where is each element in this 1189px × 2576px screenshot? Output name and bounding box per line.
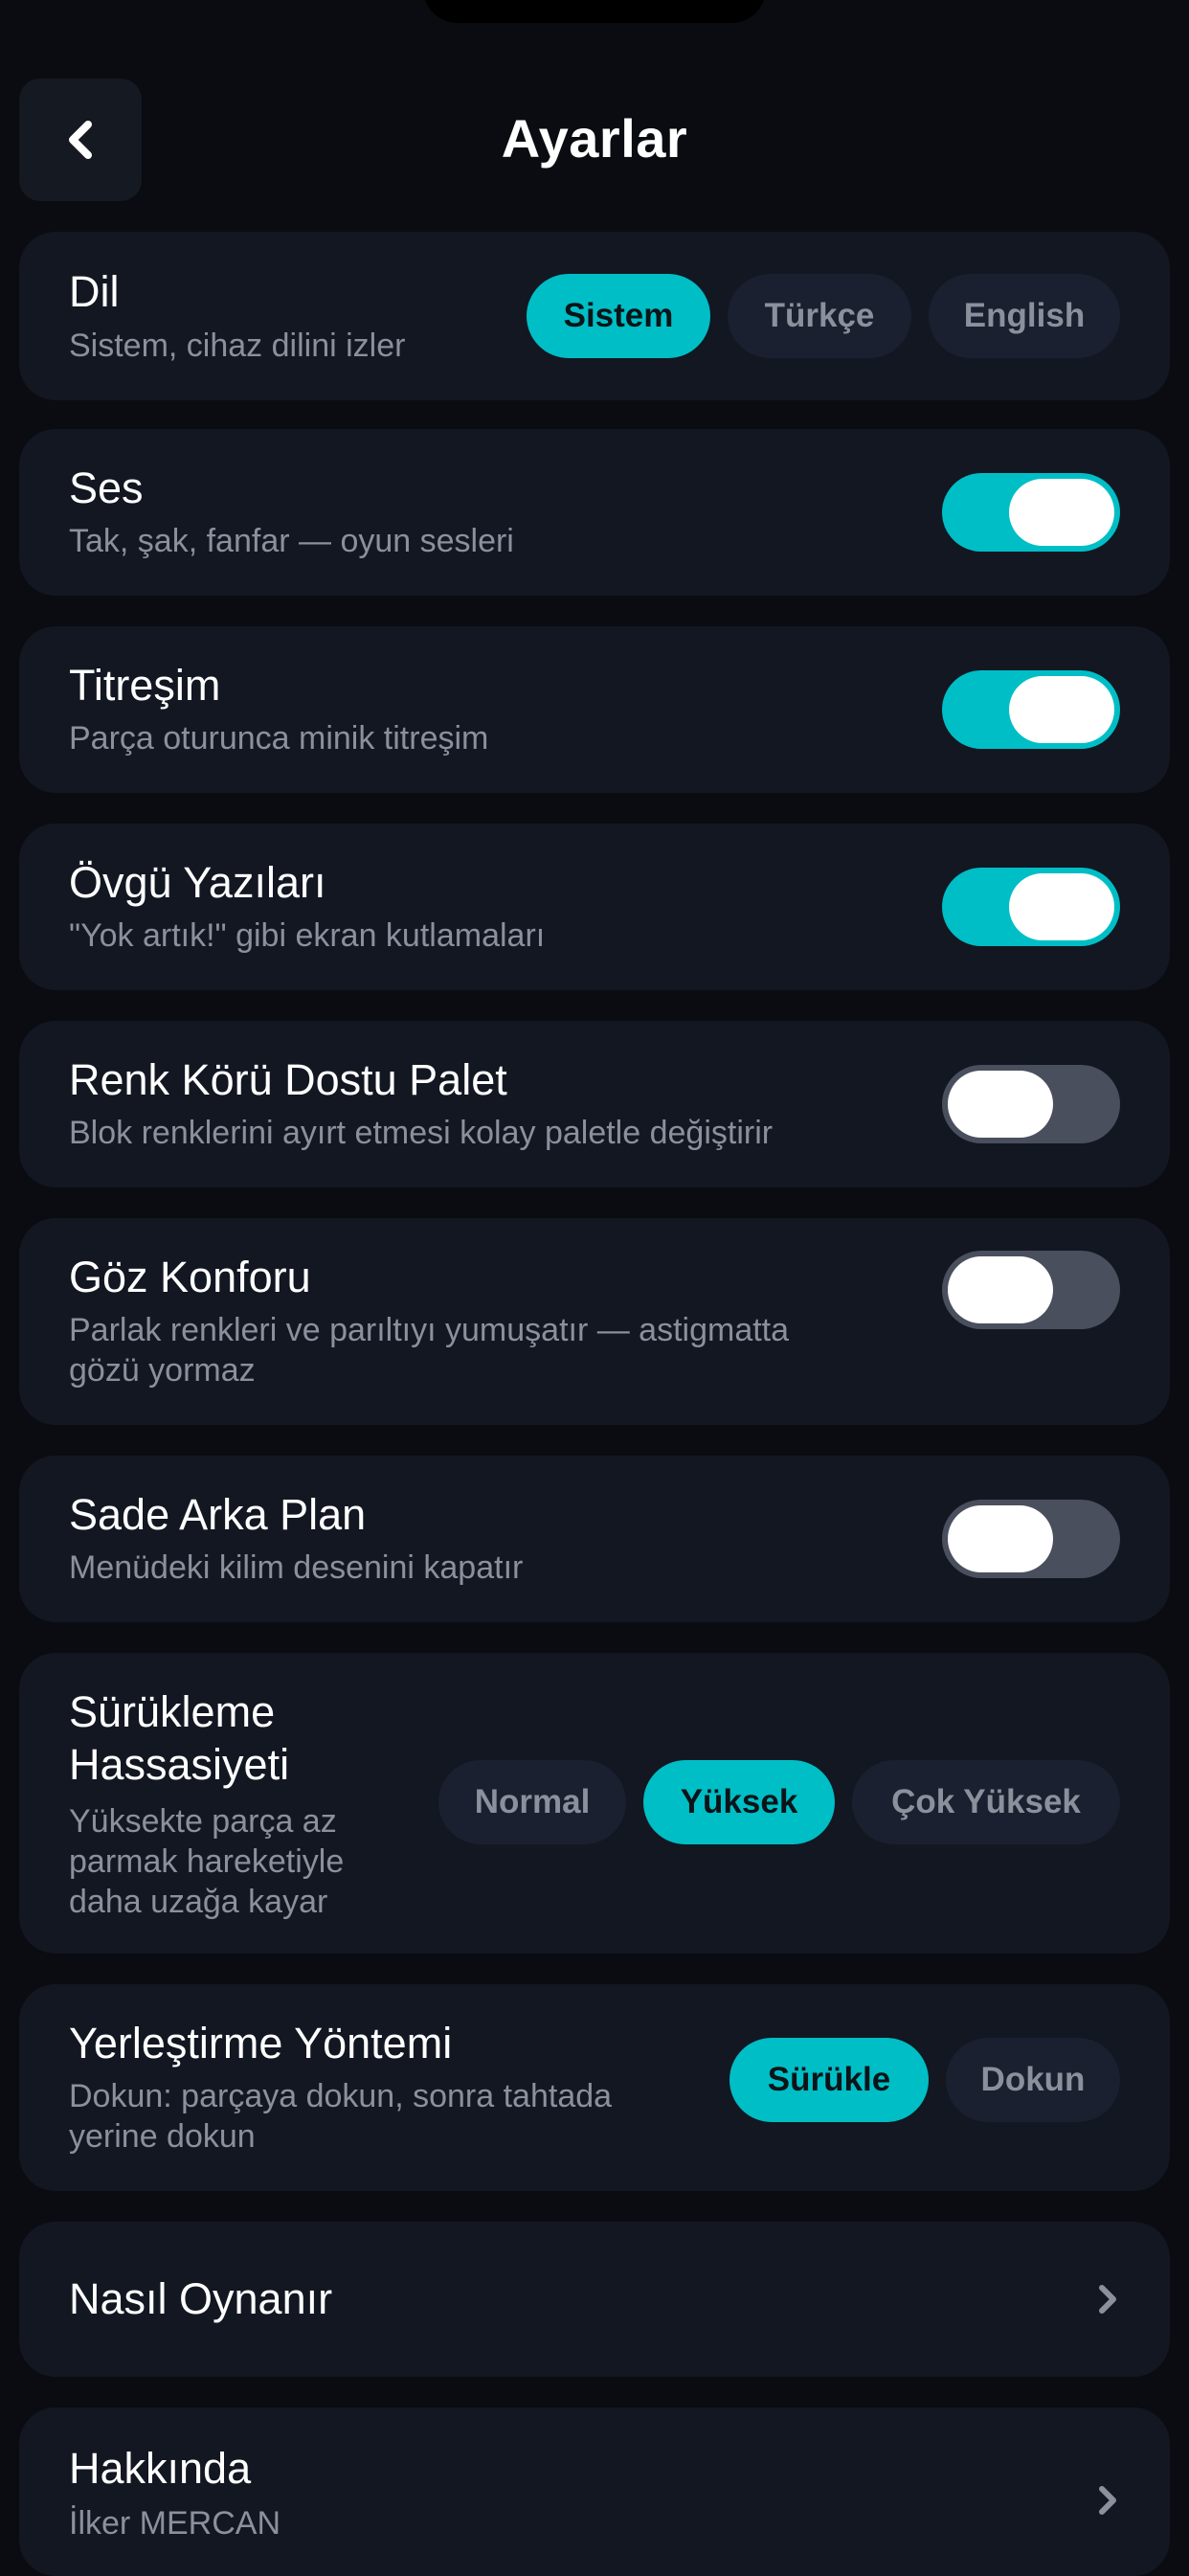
colorblind-card: Renk Körü Dostu Palet Blok renklerini ay… [19, 1021, 1170, 1187]
chevron-right-icon [1099, 2285, 1116, 2314]
placement-option-tap[interactable]: Dokun [946, 2038, 1120, 2122]
sensitivity-option-normal[interactable]: Normal [438, 1760, 626, 1844]
drag-sensitivity-subtitle-line2: parmak hareketiyle [69, 1843, 345, 1880]
praise-subtitle: "Yok artık!" gibi ekran kutlamaları [69, 917, 546, 954]
drag-sensitivity-title-line2: Hassasiyeti [69, 1740, 290, 1789]
vibration-card: Titreşim Parça oturunca minik titreşim [19, 626, 1170, 793]
vibration-subtitle: Parça oturunca minik titreşim [69, 720, 489, 757]
toggle-knob [948, 1071, 1053, 1138]
eye-comfort-title: Göz Konforu [69, 1253, 311, 1301]
vibration-toggle[interactable] [942, 670, 1120, 749]
plain-background-card: Sade Arka Plan Menüdeki kilim desenini k… [19, 1456, 1170, 1622]
header: Ayarlar [0, 0, 1189, 220]
vibration-title: Titreşim [69, 661, 221, 710]
language-option-system[interactable]: Sistem [527, 274, 710, 358]
drag-sensitivity-subtitle-line1: Yüksekte parça az [69, 1803, 337, 1840]
drag-sensitivity-card: Sürükleme Hassasiyeti Yüksekte parça az … [19, 1653, 1170, 1954]
sound-toggle[interactable] [942, 473, 1120, 552]
about-row[interactable]: Hakkında İlker MERCAN [19, 2407, 1170, 2576]
sensitivity-option-very-high[interactable]: Çok Yüksek [852, 1760, 1120, 1844]
praise-card: Övgü Yazıları "Yok artık!" gibi ekran ku… [19, 824, 1170, 990]
how-to-play-row[interactable]: Nasıl Oynanır [19, 2222, 1170, 2377]
how-to-play-title: Nasıl Oynanır [69, 2274, 333, 2323]
language-option-turkish[interactable]: Türkçe [728, 274, 911, 358]
sound-card: Ses Tak, şak, fanfar — oyun sesleri [19, 429, 1170, 596]
language-option-english[interactable]: English [929, 274, 1120, 358]
language-title: Dil [69, 267, 120, 316]
praise-title: Övgü Yazıları [69, 858, 326, 907]
plain-background-toggle[interactable] [942, 1500, 1120, 1578]
toggle-knob [948, 1505, 1053, 1572]
language-card: Dil Sistem, cihaz dilini izler Sistem Tü… [19, 232, 1170, 400]
drag-sensitivity-title-line1: Sürükleme [69, 1687, 276, 1736]
placement-option-drag[interactable]: Sürükle [729, 2038, 929, 2122]
colorblind-title: Renk Körü Dostu Palet [69, 1055, 507, 1104]
eye-comfort-subtitle-line1: Parlak renkleri ve parıltıyı yumuşatır —… [69, 1312, 790, 1348]
eye-comfort-card: Göz Konforu Parlak renkleri ve parıltıyı… [19, 1218, 1170, 1425]
toggle-knob [1009, 676, 1114, 743]
plain-background-title: Sade Arka Plan [69, 1490, 367, 1539]
placement-method-subtitle-line2: yerine dokun [69, 2118, 256, 2155]
colorblind-toggle[interactable] [942, 1065, 1120, 1143]
eye-comfort-subtitle-line2: gözü yormaz [69, 1352, 256, 1389]
colorblind-subtitle: Blok renklerini ayırt etmesi kolay palet… [69, 1115, 774, 1151]
page-title: Ayarlar [501, 108, 688, 169]
sound-subtitle: Tak, şak, fanfar — oyun sesleri [69, 523, 514, 559]
toggle-knob [1009, 479, 1114, 546]
placement-method-subtitle-line1: Dokun: parçaya dokun, sonra tahtada [69, 2078, 613, 2114]
eye-comfort-toggle[interactable] [942, 1251, 1120, 1329]
chevron-right-icon [1099, 2486, 1116, 2515]
placement-method-card: Yerleştirme Yöntemi Dokun: parçaya dokun… [19, 1984, 1170, 2191]
plain-background-subtitle: Menüdeki kilim desenini kapatır [69, 1549, 524, 1586]
sensitivity-option-high[interactable]: Yüksek [643, 1760, 835, 1844]
about-subtitle: İlker MERCAN [69, 2505, 281, 2542]
about-title: Hakkında [69, 2444, 252, 2493]
language-subtitle: Sistem, cihaz dilini izler [69, 328, 406, 364]
toggle-knob [1009, 873, 1114, 940]
toggle-knob [948, 1256, 1053, 1323]
placement-method-title: Yerleştirme Yöntemi [69, 2019, 453, 2068]
praise-toggle[interactable] [942, 868, 1120, 946]
sound-title: Ses [69, 463, 144, 512]
drag-sensitivity-subtitle-line3: daha uzağa kayar [69, 1884, 328, 1920]
